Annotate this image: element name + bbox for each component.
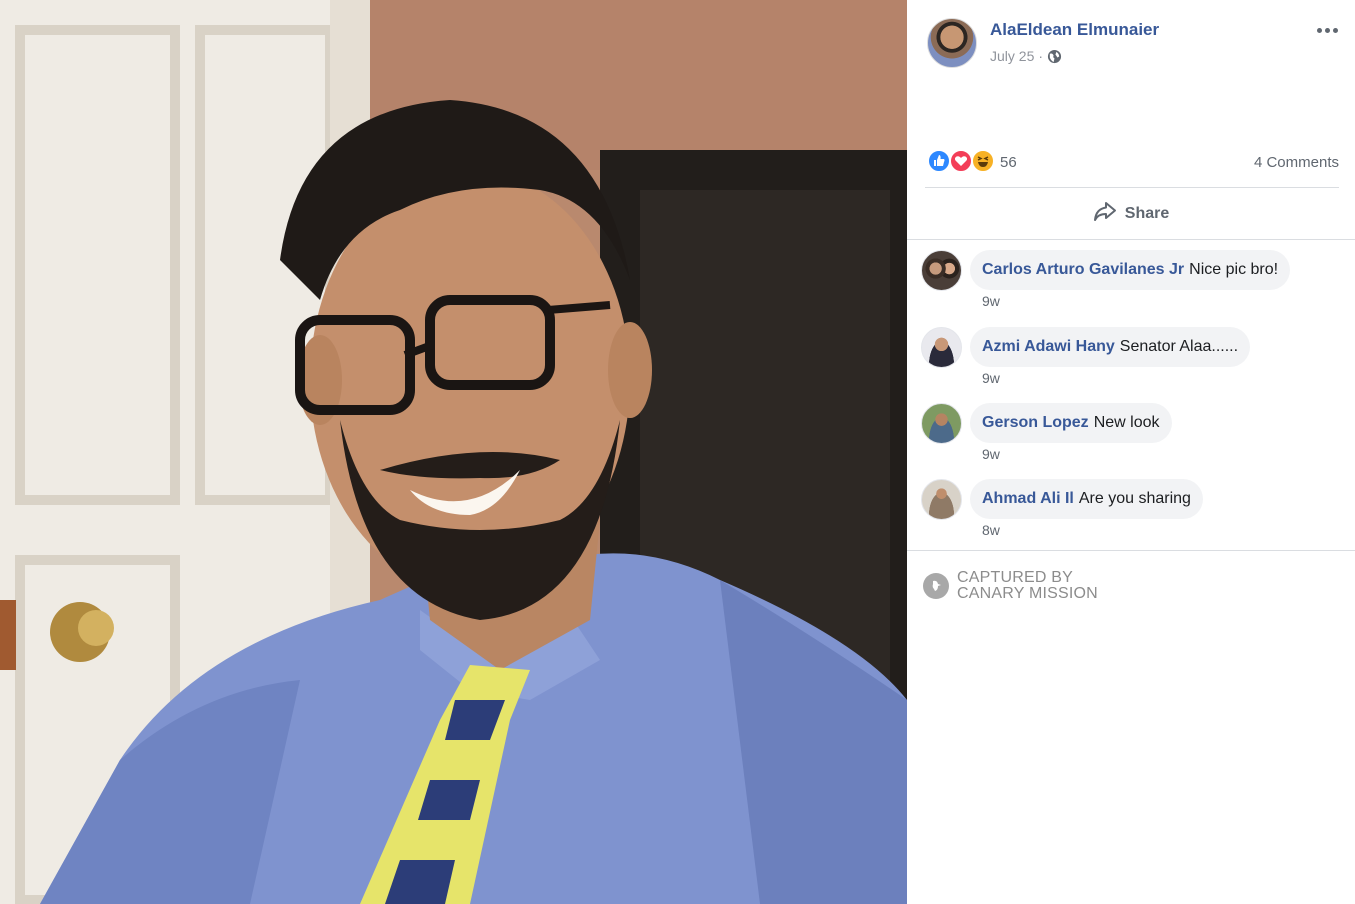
comment-time[interactable]: 9w xyxy=(982,446,1000,462)
action-bar: Share xyxy=(907,188,1355,239)
comment-bubble: Azmi Adawi Hany Senator Alaa...... xyxy=(970,327,1251,367)
comment-time[interactable]: 9w xyxy=(982,370,1000,386)
portrait-illustration xyxy=(0,0,907,904)
post-side-panel: AlaEldean Elmunaier July 25 · 56 4 Comme… xyxy=(907,0,1355,904)
comment-author[interactable]: Azmi Adawi Hany xyxy=(982,338,1115,356)
watermark-text: CAPTURED BY CANARY MISSION xyxy=(957,570,1098,602)
comment-author[interactable]: Ahmad Ali Il xyxy=(982,490,1074,508)
commenter-avatar[interactable] xyxy=(921,403,962,444)
post-photo[interactable] xyxy=(0,0,907,904)
divider xyxy=(907,550,1355,551)
commenter-avatar[interactable] xyxy=(921,250,962,291)
comment-item: Gerson Lopez New look 9w xyxy=(921,393,1341,463)
comment-time[interactable]: 9w xyxy=(982,293,1000,309)
author-name-link[interactable]: AlaEldean Elmunaier xyxy=(990,20,1159,40)
share-label: Share xyxy=(1124,204,1170,222)
comment-bubble: Ahmad Ali Il Are you sharing xyxy=(970,479,1203,519)
commenter-avatar[interactable] xyxy=(921,479,962,520)
comment-bubble: Carlos Arturo Gavilanes Jr Nice pic bro! xyxy=(970,250,1291,290)
comment-text: Are you sharing xyxy=(1078,490,1191,507)
watermark-line1: CAPTURED BY xyxy=(957,569,1073,586)
comment-item: Azmi Adawi Hany Senator Alaa...... 9w xyxy=(921,317,1341,387)
comment-bubble: Gerson Lopez New look xyxy=(970,403,1172,443)
more-options-icon[interactable] xyxy=(1315,20,1339,40)
reaction-icons[interactable] xyxy=(927,149,999,175)
comment-text: Senator Alaa...... xyxy=(1119,338,1239,355)
comment-item: Carlos Arturo Gavilanes Jr Nice pic bro!… xyxy=(921,240,1341,310)
commenter-avatar[interactable] xyxy=(921,327,962,368)
like-reaction-icon xyxy=(927,149,951,173)
canary-mission-watermark: CAPTURED BY CANARY MISSION xyxy=(923,570,1098,602)
reactions-summary: 56 4 Comments xyxy=(925,146,1339,178)
comments-count-link[interactable]: 4 Comments xyxy=(1254,154,1339,171)
watermark-line2: CANARY MISSION xyxy=(957,585,1098,602)
love-reaction-icon xyxy=(949,149,973,173)
comment-text: Nice pic bro! xyxy=(1189,261,1279,278)
share-icon xyxy=(1093,200,1117,227)
comment-author[interactable]: Gerson Lopez xyxy=(982,414,1089,432)
post-meta: July 25 · xyxy=(990,48,1062,64)
haha-reaction-icon xyxy=(971,149,995,173)
comment-time[interactable]: 8w xyxy=(982,522,1000,538)
comment-author[interactable]: Carlos Arturo Gavilanes Jr xyxy=(982,261,1184,279)
meta-separator: · xyxy=(1038,48,1044,64)
author-avatar[interactable] xyxy=(927,18,977,68)
globe-icon[interactable] xyxy=(1047,49,1062,64)
comment-text: New look xyxy=(1093,414,1160,431)
post-header: AlaEldean Elmunaier July 25 · xyxy=(925,16,1339,72)
share-button[interactable]: Share xyxy=(1093,200,1169,227)
comment-item: Ahmad Ali Il Are you sharing 8w xyxy=(921,469,1341,539)
post-date[interactable]: July 25 xyxy=(990,48,1034,64)
canary-bird-icon xyxy=(923,573,949,599)
reaction-count[interactable]: 56 xyxy=(1000,154,1017,171)
